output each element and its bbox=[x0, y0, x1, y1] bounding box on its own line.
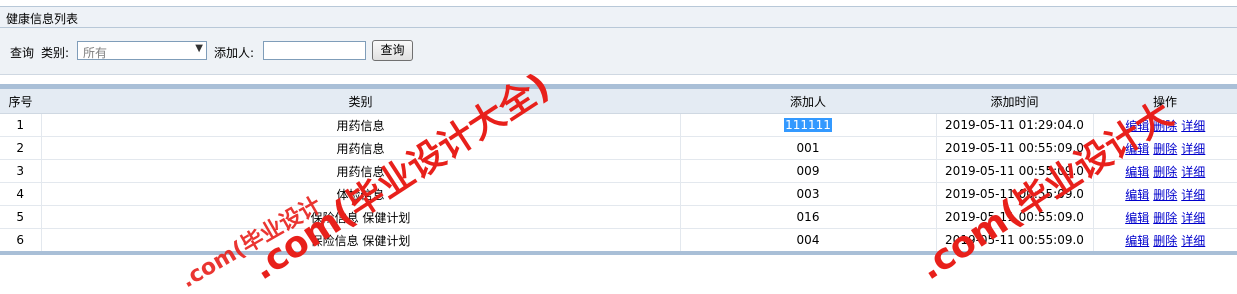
table-row: 2 用药信息 001 2019-05-11 00:55:09.0 编辑 删除 详细 bbox=[0, 136, 1237, 160]
delete-link[interactable]: 删除 bbox=[1153, 234, 1177, 248]
cell-actions: 编辑 删除 详细 bbox=[1093, 136, 1237, 160]
table-row: 5 保险信息 保健计划 016 2019-05-11 00:55:09.0 编辑… bbox=[0, 205, 1237, 229]
detail-link[interactable]: 详细 bbox=[1181, 211, 1205, 225]
cell-adder: 009 bbox=[680, 159, 937, 183]
delete-link[interactable]: 删除 bbox=[1153, 119, 1177, 133]
cell-actions: 编辑 删除 详细 bbox=[1093, 113, 1237, 137]
cell-time: 2019-05-11 00:55:09.0 bbox=[936, 228, 1094, 252]
category-select[interactable]: 所有 ▼ bbox=[77, 41, 207, 60]
edit-link[interactable]: 编辑 bbox=[1125, 119, 1149, 133]
cell-category: 用药信息 bbox=[41, 113, 681, 137]
detail-link[interactable]: 详细 bbox=[1181, 119, 1205, 133]
detail-link[interactable]: 详细 bbox=[1181, 142, 1205, 156]
cell-adder-selected-text: 111111 bbox=[784, 118, 832, 132]
cell-category: 保险信息 保健计划 bbox=[41, 205, 681, 229]
table-row: 3 用药信息 009 2019-05-11 00:55:09.0 编辑 删除 详细 bbox=[0, 159, 1237, 183]
table-header-row: 序号 类别 添加人 添加时间 操作 bbox=[0, 89, 1237, 114]
cell-adder: 016 bbox=[680, 205, 937, 229]
detail-link[interactable]: 详细 bbox=[1181, 165, 1205, 179]
edit-link[interactable]: 编辑 bbox=[1125, 165, 1149, 179]
search-button[interactable]: 查询 bbox=[372, 40, 413, 61]
cell-time: 2019-05-11 00:55:09.0 bbox=[936, 159, 1094, 183]
detail-link[interactable]: 详细 bbox=[1181, 188, 1205, 202]
edit-link[interactable]: 编辑 bbox=[1125, 234, 1149, 248]
cell-time: 2019-05-11 00:55:09.0 bbox=[936, 182, 1094, 206]
panel-title-bar: 健康信息列表 bbox=[0, 6, 1237, 28]
cell-category: 保险信息 保健计划 bbox=[41, 228, 681, 252]
cell-time: 2019-05-11 00:55:09.0 bbox=[936, 136, 1094, 160]
cell-category: 用药信息 bbox=[41, 136, 681, 160]
category-label: 类别: bbox=[41, 46, 70, 60]
header-actions: 操作 bbox=[1093, 89, 1237, 114]
cell-actions: 编辑 删除 详细 bbox=[1093, 182, 1237, 206]
category-select-value: 所有 bbox=[83, 46, 108, 60]
cell-adder: 004 bbox=[680, 228, 937, 252]
cell-no: 2 bbox=[0, 136, 42, 160]
cell-no: 5 bbox=[0, 205, 42, 229]
header-adder: 添加人 bbox=[680, 89, 936, 114]
table-bottom-divider bbox=[0, 251, 1237, 255]
cell-time: 2019-05-11 00:55:09.0 bbox=[936, 205, 1094, 229]
cell-adder: 003 bbox=[680, 182, 937, 206]
health-info-table: 序号 类别 添加人 添加时间 操作 1 用药信息 111111 2019-05-… bbox=[0, 89, 1237, 252]
detail-link[interactable]: 详细 bbox=[1181, 234, 1205, 248]
cell-adder: 001 bbox=[680, 136, 937, 160]
cell-actions: 编辑 删除 详细 bbox=[1093, 159, 1237, 183]
query-label: 查询 bbox=[10, 46, 35, 60]
cell-category: 用药信息 bbox=[41, 159, 681, 183]
header-time: 添加时间 bbox=[936, 89, 1093, 114]
adder-input[interactable] bbox=[263, 41, 366, 60]
cell-no: 3 bbox=[0, 159, 42, 183]
cell-no: 6 bbox=[0, 228, 42, 252]
cell-actions: 编辑 删除 详细 bbox=[1093, 228, 1237, 252]
table-row: 6 保险信息 保健计划 004 2019-05-11 00:55:09.0 编辑… bbox=[0, 228, 1237, 252]
panel-title: 健康信息列表 bbox=[6, 12, 79, 26]
cell-actions: 编辑 删除 详细 bbox=[1093, 205, 1237, 229]
dropdown-arrow-icon: ▼ bbox=[195, 43, 203, 54]
cell-adder: 111111 bbox=[680, 113, 937, 137]
cell-category: 体检信息 bbox=[41, 182, 681, 206]
header-no: 序号 bbox=[0, 89, 41, 114]
delete-link[interactable]: 删除 bbox=[1153, 165, 1177, 179]
edit-link[interactable]: 编辑 bbox=[1125, 142, 1149, 156]
delete-link[interactable]: 删除 bbox=[1153, 142, 1177, 156]
table-row: 4 体检信息 003 2019-05-11 00:55:09.0 编辑 删除 详细 bbox=[0, 182, 1237, 206]
adder-label: 添加人: bbox=[214, 46, 255, 60]
cell-no: 1 bbox=[0, 113, 42, 137]
delete-link[interactable]: 删除 bbox=[1153, 188, 1177, 202]
cell-time: 2019-05-11 01:29:04.0 bbox=[936, 113, 1094, 137]
edit-link[interactable]: 编辑 bbox=[1125, 211, 1149, 225]
table-row: 1 用药信息 111111 2019-05-11 01:29:04.0 编辑 删除… bbox=[0, 113, 1237, 137]
delete-link[interactable]: 删除 bbox=[1153, 211, 1177, 225]
edit-link[interactable]: 编辑 bbox=[1125, 188, 1149, 202]
cell-no: 4 bbox=[0, 182, 42, 206]
header-category: 类别 bbox=[41, 89, 680, 114]
